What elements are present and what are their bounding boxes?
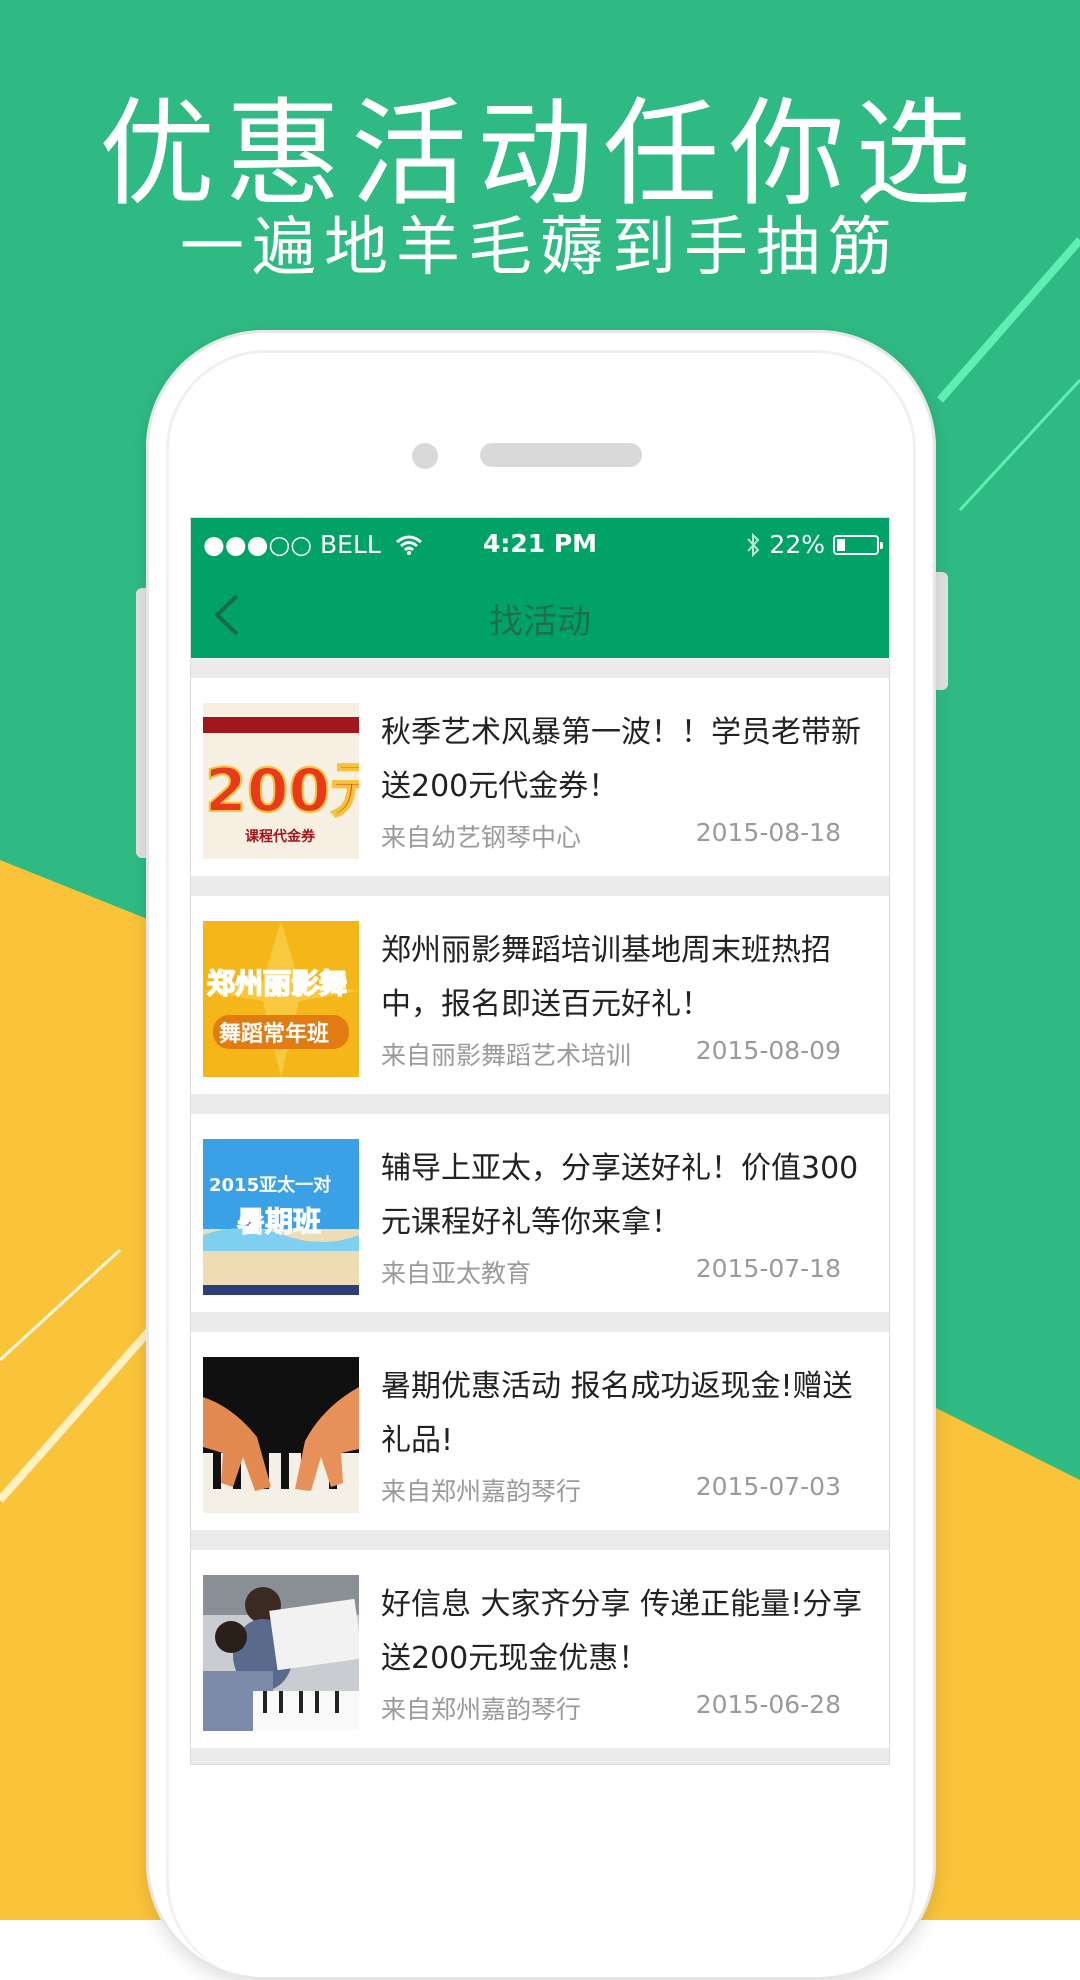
activity-title: 郑州丽影舞蹈培训基地周末班热招中，报名即送百元好礼！ — [381, 933, 831, 1022]
list-item[interactable]: 2015亚太一对 暑期班 辅导上亚太，分享送好礼！价值300元课程好礼等你来拿！… — [191, 1114, 889, 1312]
phone-camera — [412, 443, 438, 469]
piano-hands-image — [203, 1357, 359, 1513]
summer-year-label: 2015亚太一对 — [209, 1174, 331, 1196]
activity-date: 2015-08-09 — [695, 1036, 841, 1065]
status-bar: ●●●○○ BELL 4:21 PM 22% — [191, 518, 889, 572]
voucher-amount: 200元 — [205, 756, 359, 826]
activity-thumbnail: 2015亚太一对 暑期班 — [203, 1139, 359, 1295]
activity-thumbnail: 郑州丽影舞 舞蹈常年班 — [203, 921, 359, 1077]
phone-speaker — [480, 443, 642, 467]
activity-thumbnail — [203, 1575, 359, 1731]
list-item[interactable]: 郑州丽影舞 舞蹈常年班 郑州丽影舞蹈培训基地周末班热招中，报名即送百元好礼！ 来… — [191, 896, 889, 1094]
activity-title: 秋季艺术风暴第一波！！学员老带新送200元代金券！ — [381, 715, 861, 804]
activity-title: 辅导上亚太，分享送好礼！价值300元课程好礼等你来拿！ — [381, 1151, 859, 1240]
dance-class-label: 舞蹈常年班 — [219, 1021, 329, 1047]
activity-thumbnail: 200元 课程代金券 — [203, 703, 359, 859]
activity-thumbnail — [203, 1357, 359, 1513]
activity-title: 好信息 大家齐分享 传递正能量!分享送200元现金优惠！ — [381, 1587, 863, 1676]
voucher-label: 课程代金券 — [245, 828, 316, 845]
activity-source: 来自幼艺钢琴中心 — [381, 823, 582, 852]
phone-side-button-right — [936, 572, 948, 690]
list-item[interactable]: 暑期优惠活动 报名成功返现金!赠送礼品! 来自郑州嘉韵琴行 2015-07-03 — [191, 1332, 889, 1530]
dance-image: 郑州丽影舞 舞蹈常年班 — [203, 921, 359, 1077]
promo-subtitle: 一遍地羊毛薅到手抽筋 — [180, 211, 900, 285]
app-screen: ●●●○○ BELL 4:21 PM 22% 找活动 200 课程代金券 秋季艺… — [190, 517, 890, 1765]
battery-icon — [833, 534, 883, 555]
summer-class-label: 暑期班 — [237, 1205, 321, 1238]
activity-source: 来自郑州嘉韵琴行 — [381, 1695, 582, 1724]
list-item[interactable]: 200元 课程代金券 秋季艺术风暴第一波！！学员老带新送200元代金券！ 来自幼… — [191, 678, 889, 876]
list-item[interactable]: 好信息 大家齐分享 传递正能量!分享送200元现金优惠！ 来自郑州嘉韵琴行 20… — [191, 1550, 889, 1748]
activity-source: 来自郑州嘉韵琴行 — [381, 1477, 582, 1506]
activity-list: 200元 课程代金券 秋季艺术风暴第一波！！学员老带新送200元代金券！ 来自幼… — [191, 658, 889, 1748]
activity-date: 2015-07-03 — [695, 1472, 841, 1501]
activity-source: 来自亚太教育 — [381, 1259, 532, 1288]
activity-date: 2015-07-18 — [695, 1254, 841, 1283]
summer-class-image: 2015亚太一对 暑期班 — [203, 1139, 359, 1295]
activity-title: 暑期优惠活动 报名成功返现金!赠送礼品! — [381, 1369, 853, 1458]
piano-lesson-image — [203, 1575, 359, 1731]
voucher-image: 200元 课程代金券 — [203, 703, 359, 859]
nav-bar: 找活动 — [191, 572, 889, 658]
dance-studio-label: 郑州丽影舞 — [207, 967, 347, 1000]
page-title: 找活动 — [489, 602, 591, 642]
activity-date: 2015-08-18 — [695, 818, 841, 847]
activity-source: 来自丽影舞蹈艺术培训 — [381, 1041, 632, 1070]
status-right: 22% — [745, 530, 883, 559]
battery-percent: 22% — [769, 530, 825, 559]
bluetooth-icon — [747, 532, 760, 557]
battery-fill — [837, 538, 845, 551]
activity-date: 2015-06-28 — [695, 1690, 841, 1719]
